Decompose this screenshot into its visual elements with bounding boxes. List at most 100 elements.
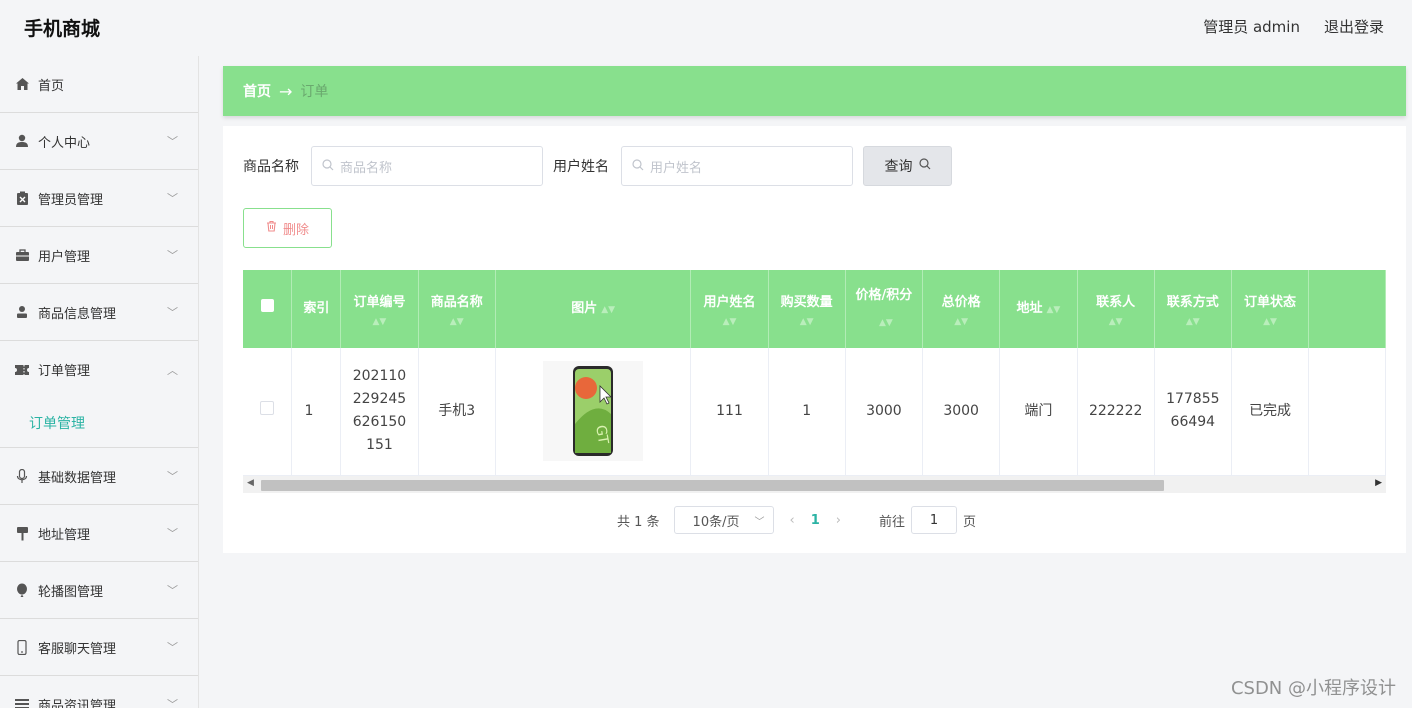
goto-label: 前往 xyxy=(879,514,906,530)
chevron-down-icon: ﹀ xyxy=(167,249,178,262)
column-header-total[interactable]: 总价格 ▲▼ xyxy=(922,270,1001,348)
sort-icon[interactable]: ▲▼ xyxy=(347,316,411,328)
sidebar-item-product-management[interactable]: 商品信息管理 ﹀ xyxy=(0,284,198,341)
sidebar-item-label: 基础数据管理 xyxy=(38,470,117,486)
cell-phone: 17785566494 xyxy=(1154,348,1232,476)
sidebar-item-label: 订单管理 xyxy=(38,364,91,379)
page-size-select[interactable]: 10条/页 ﹀ xyxy=(673,506,774,534)
cell-order-no: 202110229245626150151 xyxy=(340,348,419,476)
chevron-down-icon: ﹀ xyxy=(167,470,178,483)
goto-page-input[interactable]: 1 xyxy=(911,506,958,534)
sidebar-item-order-management[interactable]: 订单管理 ︿ xyxy=(0,341,198,398)
svg-text:GT: GT xyxy=(592,424,611,446)
cell-total: 3000 xyxy=(922,348,1001,476)
current-user[interactable]: 管理员 admin xyxy=(1203,16,1300,37)
user-name-placeholder: 用户姓名 xyxy=(650,160,703,176)
product-name-input[interactable]: 商品名称 xyxy=(311,146,543,186)
main-panel: 商品名称 商品名称 用户姓名 用户姓名 查询 删除 索引 订单编号 ▲▼ 商品名… xyxy=(223,126,1406,553)
table-header-row: 索引 订单编号 ▲▼ 商品名称 ▲▼ 图片 ▲▼ 用户姓名 ▲▼ 购买数量 ▲▼ 价格/积… xyxy=(243,270,1386,348)
product-image[interactable]: GT xyxy=(543,361,644,462)
person-icon xyxy=(14,304,30,320)
column-header-user[interactable]: 用户姓名 ▲▼ xyxy=(690,270,769,348)
sort-icon[interactable]: ▲▼ xyxy=(601,305,615,315)
sort-icon[interactable]: ▲▼ xyxy=(697,316,761,328)
sidebar-item-customer-chat[interactable]: 客服聊天管理 ﹀ xyxy=(0,619,198,676)
orders-table: 索引 订单编号 ▲▼ 商品名称 ▲▼ 图片 ▲▼ 用户姓名 ▲▼ 购买数量 ▲▼ 价格/积… xyxy=(243,270,1386,493)
sidebar-item-user-management[interactable]: 用户管理 ﹀ xyxy=(0,227,198,284)
trash-icon xyxy=(266,220,277,236)
select-all-checkbox[interactable] xyxy=(243,270,293,348)
sort-icon[interactable]: ▲▼ xyxy=(929,316,993,328)
signpost-icon xyxy=(14,525,30,541)
sidebar-item-label: 客服聊天管理 xyxy=(38,641,117,657)
product-name-placeholder: 商品名称 xyxy=(340,160,393,176)
search-icon xyxy=(918,158,931,174)
chevron-down-icon: ﹀ xyxy=(167,527,178,540)
page-number[interactable]: 1 xyxy=(811,513,820,528)
sidebar-item-label: 首页 xyxy=(38,78,65,94)
prev-page-button[interactable]: ‹ xyxy=(790,513,795,528)
sort-icon[interactable]: ▲▼ xyxy=(1084,316,1148,328)
column-header-index[interactable]: 索引 xyxy=(291,270,342,348)
sort-icon[interactable]: ▲▼ xyxy=(775,316,839,328)
chevron-down-icon: ﹀ xyxy=(167,135,178,148)
breadcrumb-home[interactable]: 首页 xyxy=(243,81,271,101)
cell-price: 3000 xyxy=(845,348,924,476)
row-checkbox[interactable] xyxy=(243,348,293,476)
sidebar-item-label: 轮播图管理 xyxy=(38,584,104,600)
column-header-image[interactable]: 图片 ▲▼ xyxy=(495,270,692,348)
cell-status: 已完成 xyxy=(1231,348,1310,476)
sidebar-item-label: 商品信息管理 xyxy=(38,306,117,322)
page-suffix: 页 xyxy=(963,514,977,530)
chevron-down-icon: ﹀ xyxy=(167,584,178,597)
sidebar-item-basic-data[interactable]: 基础数据管理 ﹀ xyxy=(0,448,198,505)
top-bar: 手机商城 管理员 admin 退出登录 xyxy=(0,0,1412,56)
column-header-product[interactable]: 商品名称 ▲▼ xyxy=(418,270,496,348)
sidebar-item-admin-management[interactable]: 管理员管理 ﹀ xyxy=(0,170,198,227)
table-row[interactable]: 1 202110229245626150151 手机3 GT 111 1 300… xyxy=(243,348,1386,476)
sidebar-item-home[interactable]: 首页 xyxy=(0,56,198,113)
column-header-address[interactable]: 地址 ▲▼ xyxy=(999,270,1078,348)
sidebar-item-label: 个人中心 xyxy=(38,135,91,151)
sidebar-item-address-management[interactable]: 地址管理 ﹀ xyxy=(0,505,198,562)
sidebar-item-personal-center[interactable]: 个人中心 ﹀ xyxy=(0,113,198,170)
sidebar-item-label: 商品资讯管理 xyxy=(38,698,117,708)
column-header-qty[interactable]: 购买数量 ▲▼ xyxy=(768,270,846,348)
horizontal-scrollbar[interactable]: ◀ ▶ xyxy=(243,476,1386,493)
sidebar-subitem-order-management[interactable]: 订单管理 xyxy=(0,398,198,448)
clipboard-icon xyxy=(14,190,30,206)
delete-button-label: 删除 xyxy=(282,222,309,238)
sort-icon[interactable]: ▲▼ xyxy=(425,316,489,328)
sidebar-item-carousel-management[interactable]: 轮播图管理 ﹀ xyxy=(0,562,198,619)
cell-image: GT xyxy=(495,348,692,476)
sidebar: 首页 个人中心 ﹀ 管理员管理 ﹀ 用户管理 ﹀ 商品信息管理 ﹀ 订单管理 ︿ xyxy=(0,56,199,708)
column-header-phone[interactable]: 联系方式 ▲▼ xyxy=(1154,270,1232,348)
app-title: 手机商城 xyxy=(24,18,101,40)
sort-icon[interactable]: ▲▼ xyxy=(1161,316,1225,328)
scroll-left-arrow-icon[interactable]: ◀ xyxy=(247,478,254,488)
home-icon xyxy=(14,76,30,92)
user-name-input[interactable]: 用户姓名 xyxy=(621,146,853,186)
sort-icon[interactable]: ▲▼ xyxy=(1046,305,1060,315)
sort-icon[interactable]: ▲▼ xyxy=(879,318,893,328)
scrollbar-thumb[interactable] xyxy=(261,480,1164,491)
delete-button[interactable]: 删除 xyxy=(243,208,332,248)
cell-address: 端门 xyxy=(999,348,1078,476)
column-header-contact[interactable]: 联系人 ▲▼ xyxy=(1077,270,1155,348)
header-actions: 管理员 admin 退出登录 xyxy=(1203,16,1384,37)
sidebar-item-label: 管理员管理 xyxy=(38,192,104,208)
phone-image: GT xyxy=(573,366,614,457)
next-page-button[interactable]: › xyxy=(836,513,841,528)
logout-button[interactable]: 退出登录 xyxy=(1324,16,1384,37)
scroll-right-arrow-icon[interactable]: ▶ xyxy=(1375,478,1382,488)
column-header-status[interactable]: 订单状态 ▲▼ xyxy=(1231,270,1310,348)
product-name-label: 商品名称 xyxy=(243,159,299,175)
chevron-down-icon: ﹀ xyxy=(167,306,178,319)
column-header-price[interactable]: 价格/积分▲▼ xyxy=(845,270,924,348)
sidebar-item-product-news[interactable]: 商品资讯管理 ﹀ xyxy=(0,676,198,708)
column-header-order-no[interactable]: 订单编号 ▲▼ xyxy=(340,270,419,348)
sort-icon[interactable]: ▲▼ xyxy=(1238,316,1302,328)
user-name-label: 用户姓名 xyxy=(553,159,609,175)
query-button[interactable]: 查询 xyxy=(863,146,952,186)
page-size-value: 10条/页 xyxy=(692,514,740,530)
